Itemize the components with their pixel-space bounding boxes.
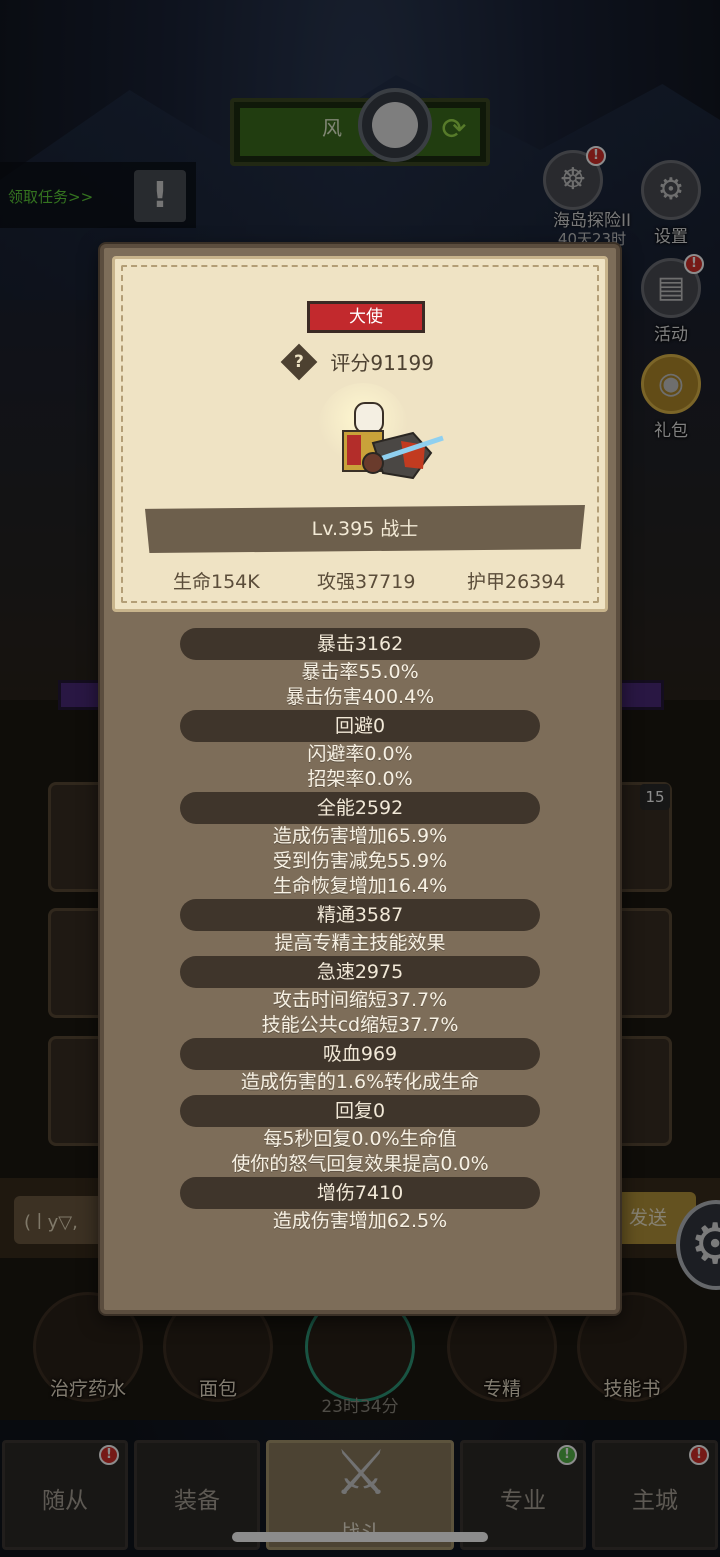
stat-line: 闪避率0.0%: [307, 743, 413, 765]
stat-group-title: 回复0: [180, 1095, 540, 1127]
stat-line: 暴击率55.0%: [301, 661, 419, 683]
stat-group-title: 精通3587: [180, 899, 540, 931]
score-value: 评分91199: [330, 351, 434, 375]
rank-badge: 大使: [307, 301, 425, 333]
stat-line: 每5秒回复0.0%生命值: [263, 1128, 457, 1150]
stat-line: 造成伤害增加65.9%: [272, 825, 448, 847]
character-card: 大使 ? 评分91199 Lv.395 战士 生命154K 攻强37719 护甲…: [112, 256, 608, 612]
stat-group-title: 全能2592: [180, 792, 540, 824]
warrior-avatar: [318, 383, 444, 480]
armor-stat: 护甲26394: [467, 571, 566, 593]
attack-power-stat: 攻强37719: [317, 571, 416, 593]
stat-group-title: 暴击3162: [180, 628, 540, 660]
base-stats: 生命154K 攻强37719 护甲26394: [115, 567, 605, 597]
stat-line: 技能公共cd缩短37.7%: [261, 1014, 459, 1036]
secondary-stats-list: 暴击3162 暴击率55.0% 暴击伤害400.4% 回避0 闪避率0.0% 招…: [104, 628, 616, 1234]
stat-line: 生命恢复增加16.4%: [272, 875, 448, 897]
character-stats-panel: 大使 ? 评分91199 Lv.395 战士 生命154K 攻强37719 护甲…: [100, 244, 620, 1314]
stat-line: 造成伤害增加62.5%: [272, 1210, 448, 1232]
stat-group-title: 回避0: [180, 710, 540, 742]
help-icon[interactable]: ?: [280, 343, 318, 380]
stat-line: 攻击时间缩短37.7%: [272, 989, 448, 1011]
score-row: ? 评分91199: [115, 343, 605, 380]
stat-group-title: 增伤7410: [180, 1177, 540, 1209]
hp-stat: 生命154K: [173, 571, 260, 593]
stat-line: 使你的怒气回复效果提高0.0%: [231, 1153, 489, 1175]
stat-group-title: 吸血969: [180, 1038, 540, 1070]
stat-group-title: 急速2975: [180, 956, 540, 988]
stat-line: 招架率0.0%: [307, 768, 413, 790]
stat-line: 暴击伤害400.4%: [285, 686, 435, 708]
stat-line: 提高专精主技能效果: [274, 932, 446, 954]
stat-line: 受到伤害减免55.9%: [272, 850, 448, 872]
stat-line: 造成伤害的1.6%转化成生命: [240, 1071, 480, 1093]
level-class-bar: Lv.395 战士: [145, 505, 585, 553]
